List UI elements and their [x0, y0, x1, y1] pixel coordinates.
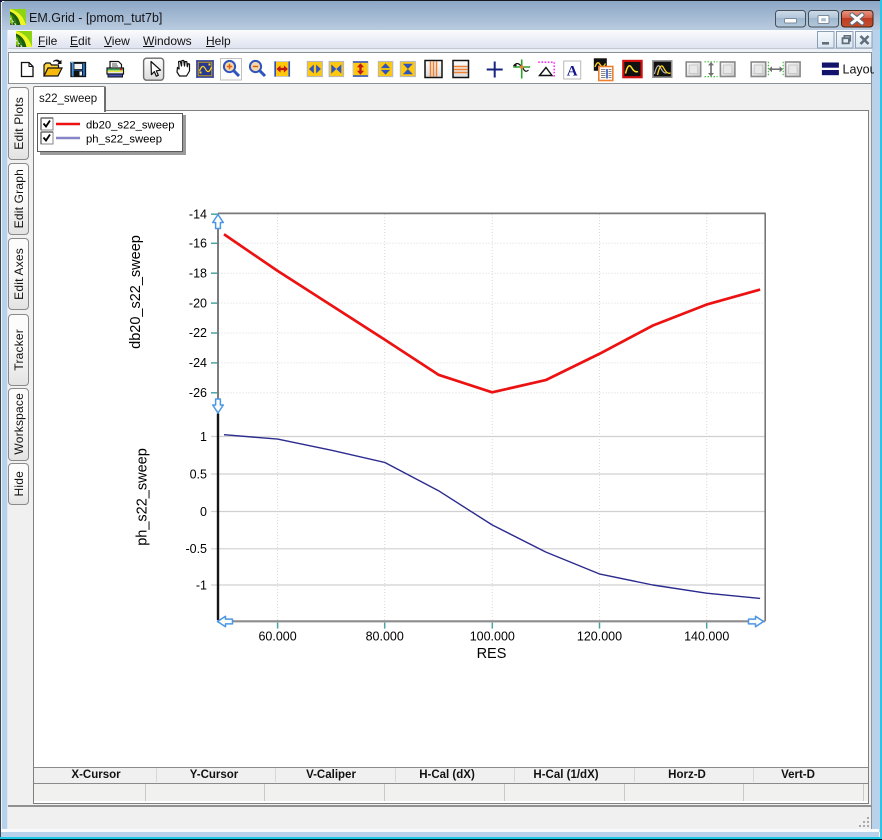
- svg-text:-14: -14: [189, 207, 207, 221]
- svg-text:100.000: 100.000: [470, 630, 515, 644]
- svg-text:60.000: 60.000: [258, 630, 296, 644]
- svg-text:-20: -20: [189, 296, 207, 310]
- svg-text:-26: -26: [189, 386, 207, 400]
- svg-text:db20_s22_sweep: db20_s22_sweep: [128, 235, 144, 349]
- svg-text:0.5: 0.5: [190, 467, 207, 481]
- svg-text:-0.5: -0.5: [185, 542, 207, 556]
- svg-text:RES: RES: [477, 646, 507, 662]
- svg-text:80.000: 80.000: [366, 630, 404, 644]
- svg-text:0: 0: [200, 505, 207, 519]
- svg-text:140.000: 140.000: [684, 630, 729, 644]
- svg-text:120.000: 120.000: [577, 630, 622, 644]
- svg-text:-24: -24: [189, 356, 207, 370]
- svg-text:-18: -18: [189, 266, 207, 280]
- svg-text:-22: -22: [189, 326, 207, 340]
- svg-text:1: 1: [200, 430, 207, 444]
- svg-text:-16: -16: [189, 237, 207, 251]
- svg-text:ph_s22_sweep: ph_s22_sweep: [135, 448, 151, 546]
- svg-text:-1: -1: [196, 578, 207, 592]
